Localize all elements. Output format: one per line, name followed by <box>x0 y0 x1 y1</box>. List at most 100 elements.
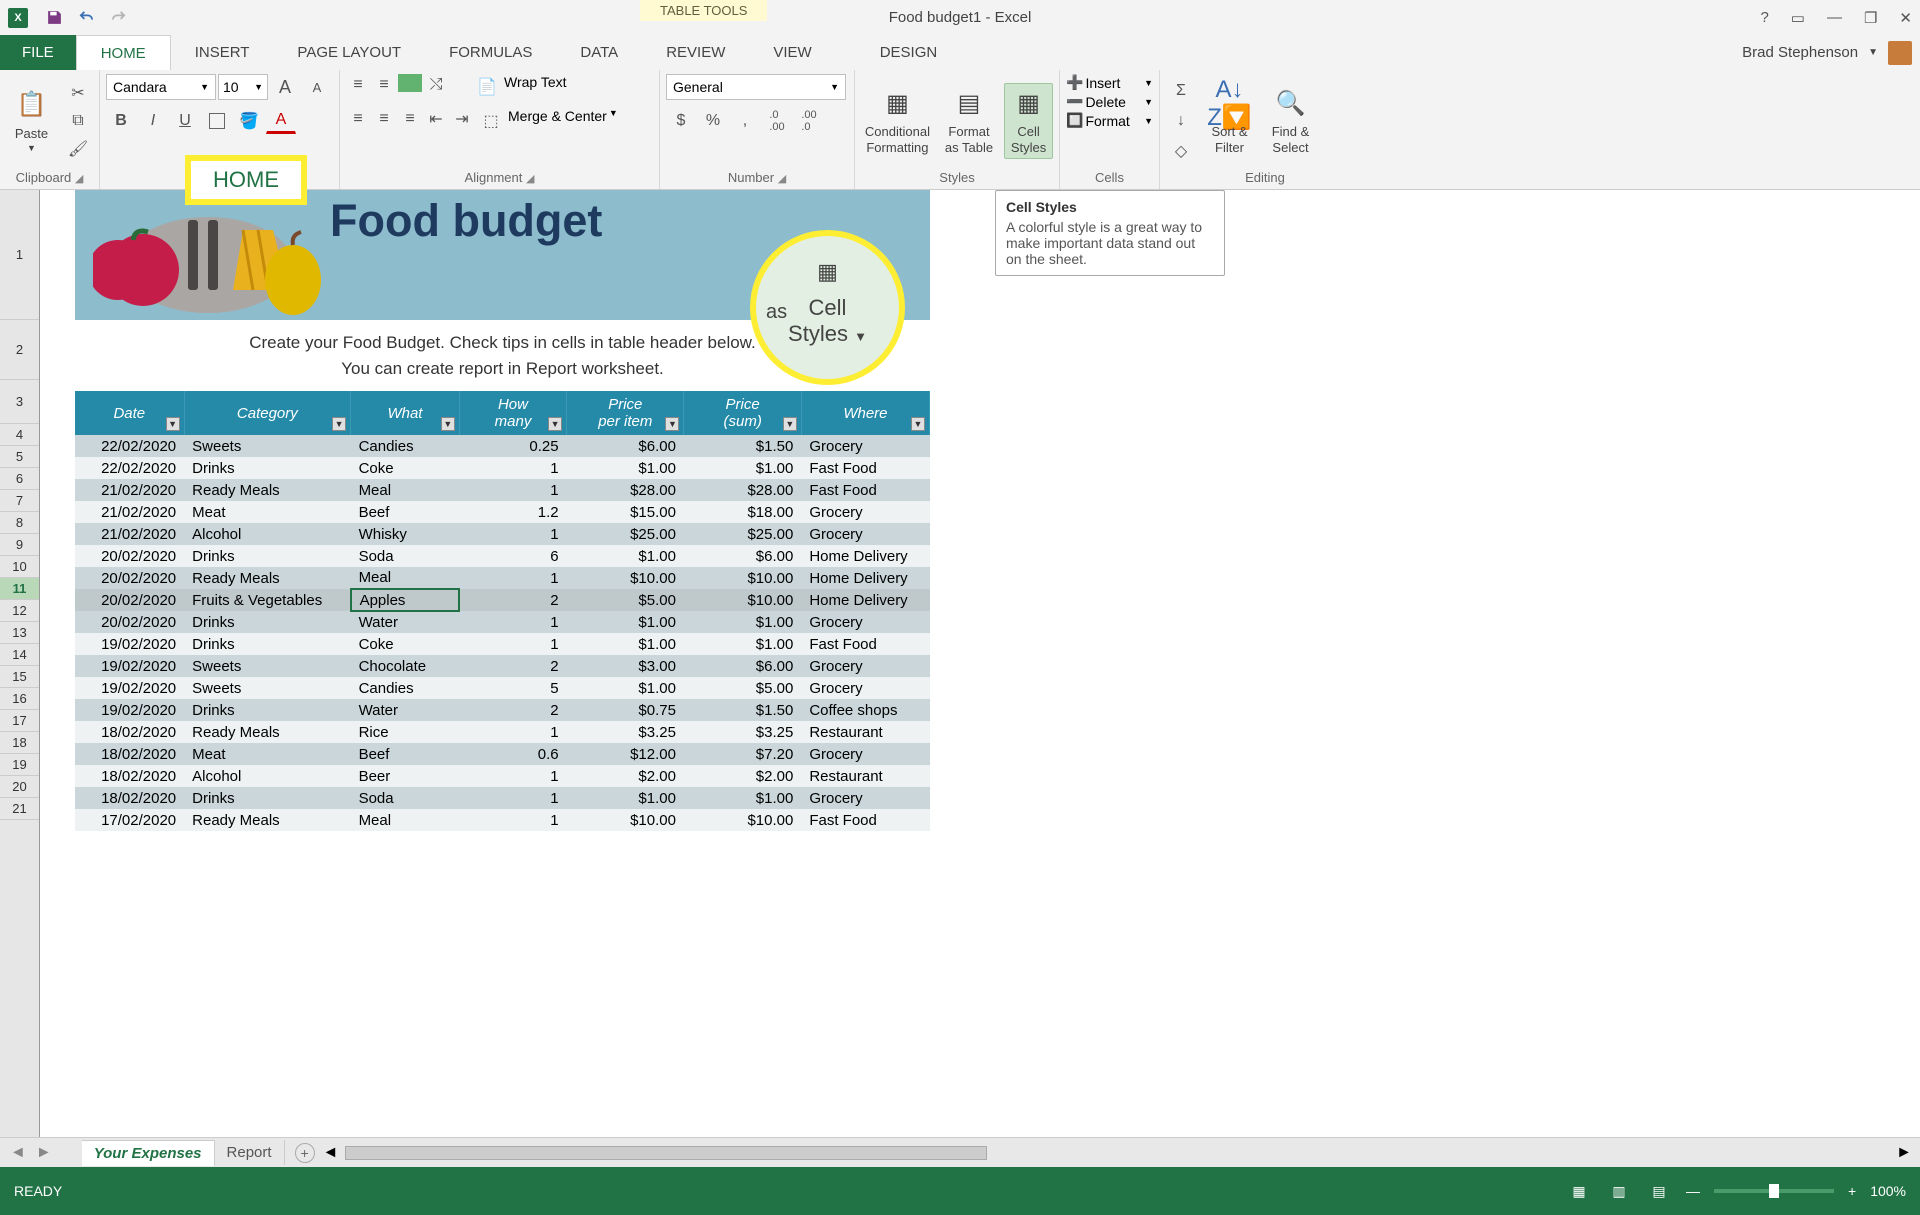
zoom-in-button[interactable]: + <box>1848 1183 1856 1199</box>
table-row[interactable]: 19/02/2020SweetsCandies5$1.00$5.00Grocer… <box>75 677 930 699</box>
table-row[interactable]: 18/02/2020AlcoholBeer1$2.00$2.00Restaura… <box>75 765 930 787</box>
align-top-icon[interactable]: ≡ <box>346 74 370 96</box>
help-icon[interactable]: ? <box>1760 9 1768 26</box>
insert-cells-icon[interactable]: ➕ <box>1066 74 1083 91</box>
sheet-nav-prev-icon[interactable]: ◄ <box>10 1144 26 1162</box>
sheet-nav-next-icon[interactable]: ► <box>36 1144 52 1162</box>
underline-button[interactable]: U <box>170 108 200 134</box>
table-row[interactable]: 20/02/2020DrinksSoda6$1.00$6.00Home Deli… <box>75 545 930 567</box>
orientation-icon[interactable]: ⤭ <box>424 74 448 96</box>
table-cell[interactable]: $3.25 <box>684 721 801 743</box>
page-break-view-icon[interactable]: ▤ <box>1646 1180 1672 1202</box>
table-cell[interactable]: Soda <box>351 787 460 809</box>
row-header-11[interactable]: 11 <box>0 578 39 600</box>
cut-icon[interactable]: ✂ <box>63 80 93 106</box>
table-cell[interactable]: $6.00 <box>684 655 801 677</box>
table-cell[interactable]: Water <box>351 699 460 721</box>
ribbon-options-icon[interactable]: ▭ <box>1791 9 1805 27</box>
table-cell[interactable]: $1.00 <box>567 545 684 567</box>
table-cell[interactable]: $25.00 <box>684 523 801 545</box>
sort-filter-button[interactable]: A↓Z🔽Sort & Filter <box>1202 86 1257 155</box>
tab-view[interactable]: VIEW <box>749 35 835 70</box>
border-button[interactable] <box>202 108 232 134</box>
table-cell[interactable]: $1.00 <box>684 633 801 655</box>
table-cell[interactable]: 6 <box>459 545 566 567</box>
table-cell[interactable]: Fast Food <box>801 457 929 479</box>
table-cell[interactable]: $1.00 <box>684 611 801 633</box>
table-cell[interactable]: $5.00 <box>684 677 801 699</box>
table-cell[interactable]: Candies <box>351 677 460 699</box>
font-color-button[interactable]: A <box>266 108 296 134</box>
table-cell[interactable]: Meal <box>351 567 460 589</box>
accounting-format-icon[interactable]: $ <box>666 108 696 134</box>
minimize-icon[interactable]: — <box>1827 9 1842 26</box>
table-cell[interactable]: Restaurant <box>801 765 929 787</box>
tab-file[interactable]: FILE <box>0 35 76 70</box>
font-size-select[interactable]: 10▼ <box>218 74 268 100</box>
table-cell[interactable]: Soda <box>351 545 460 567</box>
table-cell[interactable]: $18.00 <box>684 501 801 523</box>
undo-icon[interactable] <box>74 6 98 30</box>
table-cell[interactable]: Sweets <box>184 435 350 457</box>
table-cell[interactable]: Home Delivery <box>801 567 929 589</box>
table-cell[interactable]: Sweets <box>184 655 350 677</box>
table-cell[interactable]: 20/02/2020 <box>75 611 184 633</box>
table-cell[interactable]: 18/02/2020 <box>75 743 184 765</box>
table-cell[interactable]: 1 <box>459 523 566 545</box>
table-row[interactable]: 18/02/2020DrinksSoda1$1.00$1.00Grocery <box>75 787 930 809</box>
number-format-select[interactable]: General▼ <box>666 74 846 100</box>
table-cell[interactable]: $10.00 <box>684 567 801 589</box>
table-cell[interactable]: Grocery <box>801 787 929 809</box>
table-cell[interactable]: 19/02/2020 <box>75 677 184 699</box>
save-icon[interactable] <box>42 6 66 30</box>
tab-review[interactable]: REVIEW <box>642 35 749 70</box>
tab-home[interactable]: HOME <box>76 35 171 70</box>
table-cell[interactable]: $28.00 <box>567 479 684 501</box>
filter-icon[interactable]: ▼ <box>332 417 346 431</box>
row-header-7[interactable]: 7 <box>0 490 39 512</box>
expenses-table[interactable]: Date▼ Category▼ What▼ Howmany▼ Priceper … <box>75 391 930 831</box>
table-cell[interactable]: 18/02/2020 <box>75 721 184 743</box>
row-header-15[interactable]: 15 <box>0 666 39 688</box>
table-cell[interactable]: $25.00 <box>567 523 684 545</box>
delete-cells-button[interactable]: Delete <box>1085 94 1125 110</box>
table-cell[interactable]: $1.00 <box>567 633 684 655</box>
row-header-12[interactable]: 12 <box>0 600 39 622</box>
table-cell[interactable]: 2 <box>459 589 566 611</box>
row-header-17[interactable]: 17 <box>0 710 39 732</box>
table-cell[interactable]: Coke <box>351 633 460 655</box>
table-cell[interactable]: 1 <box>459 479 566 501</box>
filter-icon[interactable]: ▼ <box>441 417 455 431</box>
add-sheet-button[interactable]: + <box>295 1143 315 1163</box>
table-cell[interactable]: Drinks <box>184 699 350 721</box>
user-name[interactable]: Brad Stephenson <box>1742 44 1858 61</box>
table-cell[interactable]: Beef <box>351 501 460 523</box>
increase-decimal-icon[interactable]: .0.00 <box>762 108 792 134</box>
align-middle-icon[interactable]: ≡ <box>372 74 396 96</box>
avatar[interactable] <box>1888 41 1912 65</box>
table-cell[interactable]: 21/02/2020 <box>75 479 184 501</box>
font-name-select[interactable]: Candara▼ <box>106 74 216 100</box>
table-cell[interactable]: $1.00 <box>684 457 801 479</box>
table-cell[interactable]: $0.75 <box>567 699 684 721</box>
row-header-6[interactable]: 6 <box>0 468 39 490</box>
decrease-indent-icon[interactable]: ⇤ <box>424 108 448 130</box>
table-cell[interactable]: Grocery <box>801 677 929 699</box>
restore-icon[interactable]: ❐ <box>1864 9 1877 27</box>
table-cell[interactable]: $10.00 <box>567 809 684 831</box>
table-cell[interactable]: Fruits & Vegetables <box>184 589 350 611</box>
table-cell[interactable]: $3.25 <box>567 721 684 743</box>
table-cell[interactable]: 1 <box>459 787 566 809</box>
find-select-button[interactable]: 🔍Find & Select <box>1263 86 1318 155</box>
table-cell[interactable]: $1.00 <box>684 787 801 809</box>
tab-formulas[interactable]: FORMULAS <box>425 35 556 70</box>
table-cell[interactable]: $12.00 <box>567 743 684 765</box>
table-cell[interactable]: Fast Food <box>801 809 929 831</box>
row-header-8[interactable]: 8 <box>0 512 39 534</box>
table-cell[interactable]: Meat <box>184 501 350 523</box>
table-row[interactable]: 19/02/2020DrinksCoke1$1.00$1.00Fast Food <box>75 633 930 655</box>
increase-font-icon[interactable]: A <box>270 74 300 100</box>
table-row[interactable]: 21/02/2020Ready MealsMeal1$28.00$28.00Fa… <box>75 479 930 501</box>
table-cell[interactable]: $10.00 <box>684 589 801 611</box>
table-cell[interactable]: Ready Meals <box>184 479 350 501</box>
